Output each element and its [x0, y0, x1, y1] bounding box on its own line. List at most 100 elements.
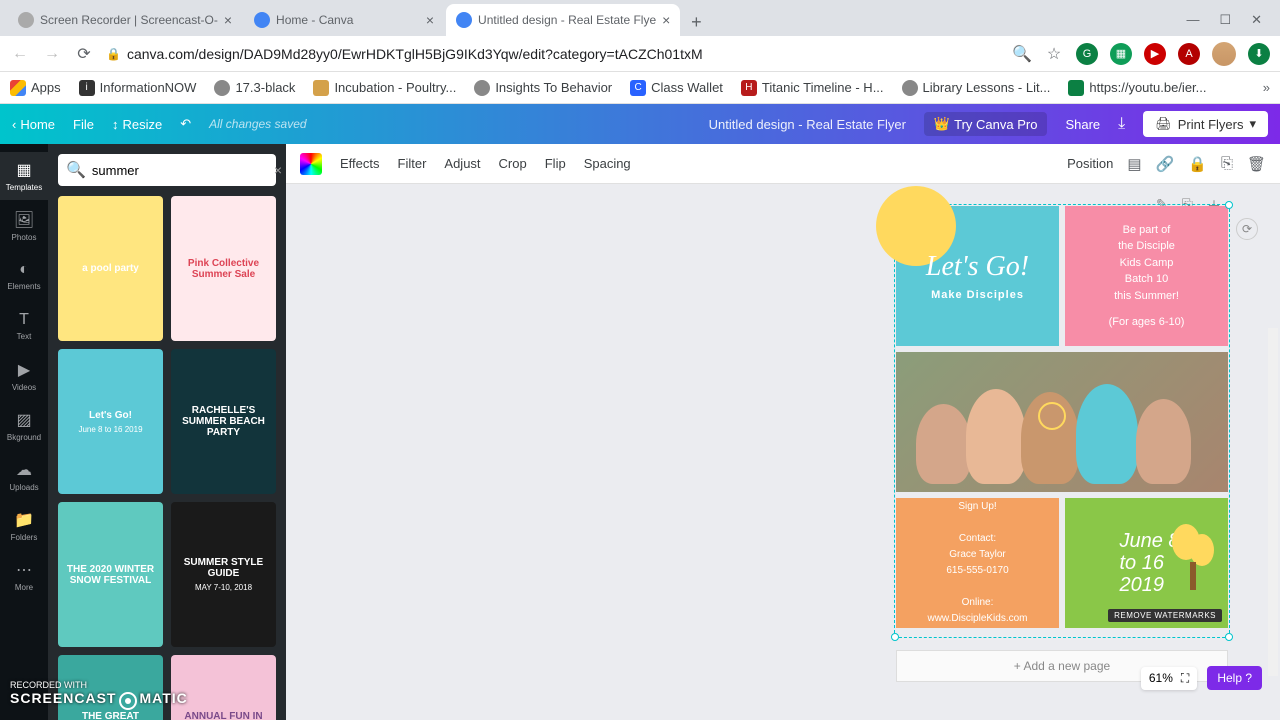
flip-button[interactable]: Flip: [545, 156, 566, 171]
try-pro-button[interactable]: 👑 Try Canva Pro: [924, 112, 1048, 136]
canvas-stage[interactable]: ✎ ⎘ ＋ ⟳ Let's Go! Make Disciples: [286, 184, 1280, 720]
fullscreen-icon[interactable]: ⛶: [1181, 671, 1189, 686]
tab-title: Screen Recorder | Screencast-O-: [40, 13, 218, 27]
template-thumb[interactable]: SUMMER STYLE GUIDEMAY 7-10, 2018: [171, 502, 276, 647]
spacing-button[interactable]: Spacing: [584, 156, 631, 171]
bookmark-item[interactable]: https://youtu.be/ier...: [1068, 80, 1206, 96]
bookmarks-bar: Apps iInformationNOW 17.3-black Incubati…: [0, 72, 1280, 104]
kid-photo: [1076, 384, 1138, 484]
trash-icon[interactable]: 🗑: [1247, 155, 1266, 173]
minimize-button[interactable]: —: [1186, 12, 1199, 28]
resize-handle[interactable]: [1225, 633, 1233, 641]
more-icon: ⋯: [16, 560, 32, 580]
bookmark-item[interactable]: Insights To Behavior: [474, 80, 612, 96]
bookmarks-overflow[interactable]: »: [1263, 80, 1270, 95]
nav-photos[interactable]: 🖼Photos: [0, 202, 48, 250]
home-button[interactable]: ‹ Home: [12, 117, 55, 132]
profile-avatar[interactable]: [1212, 42, 1236, 66]
position-button[interactable]: Position: [1067, 156, 1113, 171]
nav-elements[interactable]: ◐Elements: [0, 252, 48, 300]
extension-icon[interactable]: ▦: [1110, 43, 1132, 65]
resize-handle[interactable]: [891, 633, 899, 641]
reload-button[interactable]: ⟳: [74, 44, 94, 64]
browser-tab-0[interactable]: Screen Recorder | Screencast-O- ×: [8, 4, 242, 36]
zoom-control[interactable]: 61%⛶: [1141, 667, 1197, 690]
bookmark-item[interactable]: iInformationNOW: [79, 80, 197, 96]
transparency-icon[interactable]: ▤: [1127, 155, 1141, 173]
browser-tab-2-active[interactable]: Untitled design - Real Estate Flye×: [446, 4, 680, 36]
vertical-scrollbar[interactable]: [1268, 328, 1278, 676]
subhead-text: Make Disciples: [931, 289, 1024, 301]
maximize-button[interactable]: ☐: [1219, 12, 1231, 28]
nav-templates[interactable]: ▦Templates: [0, 152, 48, 200]
flyer-cell-date[interactable]: June 8 to 16 2019 REMOVE WATERMARKS: [1065, 498, 1228, 628]
search-input[interactable]: [92, 163, 268, 178]
kid-photo: [966, 389, 1026, 484]
bookmark-item[interactable]: Incubation - Poultry...: [313, 80, 456, 96]
bookmark-item[interactable]: 17.3-black: [214, 80, 295, 96]
template-thumb[interactable]: a pool party: [58, 196, 163, 341]
background-icon: ▨: [16, 410, 31, 430]
forward-button[interactable]: →: [42, 44, 62, 64]
flyer-cell-photo[interactable]: [896, 352, 1228, 492]
browser-tab-1[interactable]: Home - Canva×: [244, 4, 444, 36]
print-button[interactable]: 🖨 Print Flyers ▾: [1143, 111, 1268, 137]
duplicate-icon[interactable]: ⎘: [1221, 155, 1233, 172]
template-thumb[interactable]: RACHELLE'S SUMMER BEACH PARTY: [171, 349, 276, 494]
share-button[interactable]: Share: [1065, 117, 1100, 132]
lock-icon: 🔒: [106, 47, 121, 61]
photos-icon: 🖼: [14, 210, 34, 230]
back-button[interactable]: ←: [10, 44, 30, 64]
document-title[interactable]: Untitled design - Real Estate Flyer: [709, 117, 906, 132]
nav-folders[interactable]: 📁Folders: [0, 502, 48, 550]
resize-handle[interactable]: [1225, 201, 1233, 209]
close-icon[interactable]: ×: [662, 12, 670, 28]
effects-button[interactable]: Effects: [340, 156, 380, 171]
bookmark-item[interactable]: HTitanic Timeline - H...: [741, 80, 884, 96]
design-page[interactable]: Let's Go! Make Disciples Be part of the …: [896, 206, 1228, 636]
nav-uploads[interactable]: ☁Uploads: [0, 452, 48, 500]
download-button[interactable]: ⤓: [1118, 115, 1125, 133]
lock-icon[interactable]: 🔒: [1188, 155, 1207, 173]
browser-toolbar: ← → ⟳ 🔒 canva.com/design/DAD9Md28yy0/Ewr…: [0, 36, 1280, 72]
template-thumb[interactable]: Pink Collective Summer Sale: [171, 196, 276, 341]
star-icon[interactable]: ☆: [1044, 44, 1064, 64]
undo-button[interactable]: ↶: [180, 116, 191, 132]
extension-icon[interactable]: ⬇: [1248, 43, 1270, 65]
nav-background[interactable]: ▨Bkground: [0, 402, 48, 450]
extension-icon[interactable]: ▶: [1144, 43, 1166, 65]
adjust-button[interactable]: Adjust: [444, 156, 480, 171]
close-window-button[interactable]: ✕: [1251, 12, 1262, 28]
save-status: All changes saved: [209, 117, 306, 131]
template-thumb[interactable]: Let's Go!June 8 to 16 2019: [58, 349, 163, 494]
link-icon[interactable]: 🔗: [1156, 155, 1175, 173]
filter-button[interactable]: Filter: [398, 156, 427, 171]
color-swatch[interactable]: [300, 153, 322, 175]
bookmark-item[interactable]: Library Lessons - Lit...: [902, 80, 1051, 96]
watermark-badge[interactable]: REMOVE WATERMARKS: [1108, 609, 1222, 622]
file-menu[interactable]: File: [73, 117, 94, 132]
search-icon[interactable]: 🔍: [1012, 44, 1032, 64]
nav-more[interactable]: ⋯More: [0, 552, 48, 600]
extension-icon[interactable]: A: [1178, 43, 1200, 65]
tree-graphic: [1168, 522, 1218, 592]
extension-icon[interactable]: G: [1076, 43, 1098, 65]
nav-text[interactable]: TText: [0, 302, 48, 350]
crop-button[interactable]: Crop: [499, 156, 527, 171]
sync-icon[interactable]: ⟳: [1236, 218, 1258, 240]
bookmark-apps[interactable]: Apps: [10, 80, 61, 96]
close-icon[interactable]: ×: [224, 12, 232, 28]
bookmark-item[interactable]: CClass Wallet: [630, 80, 723, 96]
app-header: ‹ Home File ↕ Resize ↶ All changes saved…: [0, 104, 1280, 144]
resize-button[interactable]: ↕ Resize: [112, 117, 162, 132]
nav-videos[interactable]: ▶Videos: [0, 352, 48, 400]
flyer-cell-headline[interactable]: Let's Go! Make Disciples: [896, 206, 1059, 346]
new-tab-button[interactable]: +: [682, 8, 710, 36]
address-bar[interactable]: 🔒 canva.com/design/DAD9Md28yy0/EwrHDKTgl…: [106, 46, 1000, 62]
help-button[interactable]: Help ?: [1207, 666, 1262, 690]
clear-icon[interactable]: ×: [274, 162, 282, 178]
context-toolbar: Effects Filter Adjust Crop Flip Spacing …: [286, 144, 1280, 184]
close-icon[interactable]: ×: [426, 12, 434, 28]
template-thumb[interactable]: THE 2020 WINTER SNOW FESTIVAL: [58, 502, 163, 647]
videos-icon: ▶: [18, 360, 30, 380]
